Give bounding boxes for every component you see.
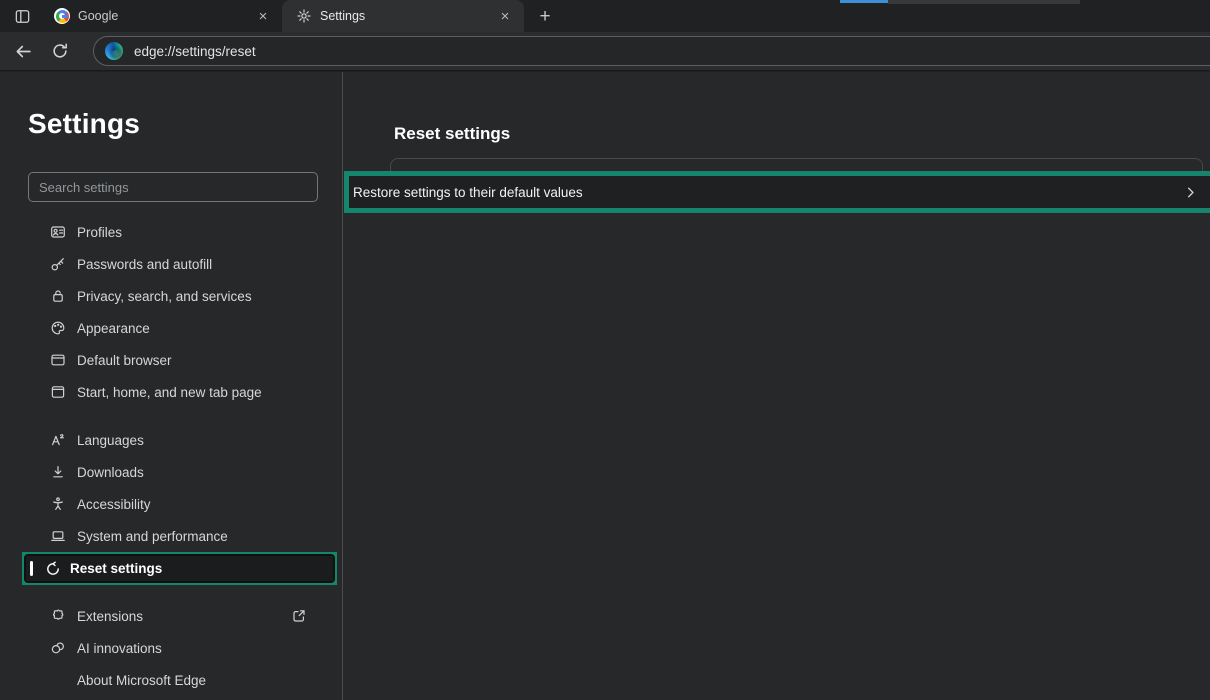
page-title: Reset settings [394,124,510,144]
chevron-right-icon [1183,185,1198,200]
ai-icon [50,640,66,656]
tab-title: Google [78,9,254,23]
annotation-highlight-sidebar: Reset settings [22,552,337,585]
search-input[interactable] [28,172,318,202]
sidebar-item-start-home[interactable]: Start, home, and new tab page [22,376,337,408]
tab-title: Settings [320,9,496,23]
sidebar-item-appearance[interactable]: Appearance [22,312,337,344]
sidebar-item-passwords[interactable]: Passwords and autofill [22,248,337,280]
sidebar-item-accessibility[interactable]: Accessibility [22,488,337,520]
new-tab-button[interactable]: + [532,3,558,29]
browser-toolbar: edge://settings/reset [0,32,1210,71]
download-icon [50,464,66,480]
sidebar-item-system-performance[interactable]: System and performance [22,520,337,552]
tab-close-icon[interactable]: × [496,7,514,25]
lock-icon [50,288,66,304]
sidebar-item-profiles[interactable]: Profiles [22,216,337,248]
tab-google[interactable]: Google × [40,0,282,32]
selection-indicator [30,561,33,576]
restore-row-label: Restore settings to their default values [353,185,583,200]
laptop-icon [50,528,66,544]
gear-favicon-icon [296,8,312,24]
tab-close-icon[interactable]: × [254,7,272,25]
browser-window-icon [50,352,66,368]
profiles-icon [50,224,66,240]
address-bar[interactable]: edge://settings/reset [93,36,1210,66]
url-text: edge://settings/reset [134,44,256,59]
puzzle-icon [50,608,66,624]
edge-favicon-icon [105,42,123,60]
refresh-icon [51,42,69,60]
external-link-icon [291,608,307,624]
sidebar-item-ai-innovations[interactable]: AI innovations [22,632,337,664]
sidebar-item-extensions[interactable]: Extensions [22,600,337,632]
window-accent-sliver [840,0,888,3]
sidebar-item-about-edge[interactable]: About Microsoft Edge [22,664,337,696]
back-arrow-icon [14,42,33,61]
sidebar-nav: Profiles Passwords and autofill Privacy,… [0,216,342,696]
sidebar-item-downloads[interactable]: Downloads [22,456,337,488]
sidebar-title: Settings [28,108,342,140]
edge-logo-icon [50,672,66,688]
sidebar-item-reset-settings[interactable]: Reset settings [26,556,333,581]
back-button[interactable] [6,34,40,68]
reset-icon [45,561,61,577]
tab-strip: Google × Settings × + [0,0,1210,32]
sidebar-item-privacy[interactable]: Privacy, search, and services [22,280,337,312]
palette-icon [50,320,66,336]
window-edge-sliver [888,0,1080,4]
annotation-highlight-main: Restore settings to their default values [344,171,1210,213]
tab-actions-button[interactable] [10,4,34,28]
key-icon [50,256,66,272]
settings-main-pane: Reset settings Restore settings to their… [343,72,1210,700]
sidebar-item-default-browser[interactable]: Default browser [22,344,337,376]
tab-settings[interactable]: Settings × [282,0,524,32]
settings-sidebar: Settings Profiles Passwords and autofill [0,72,343,700]
settings-page: Settings Profiles Passwords and autofill [0,72,1210,700]
accessibility-icon [50,496,66,512]
google-favicon-icon [54,8,70,24]
sidebar-item-languages[interactable]: Languages [22,424,337,456]
tab-actions-icon [14,8,31,25]
languages-icon [50,432,66,448]
new-tab-page-icon [50,384,66,400]
restore-settings-row[interactable]: Restore settings to their default values [349,176,1210,208]
refresh-button[interactable] [43,34,77,68]
